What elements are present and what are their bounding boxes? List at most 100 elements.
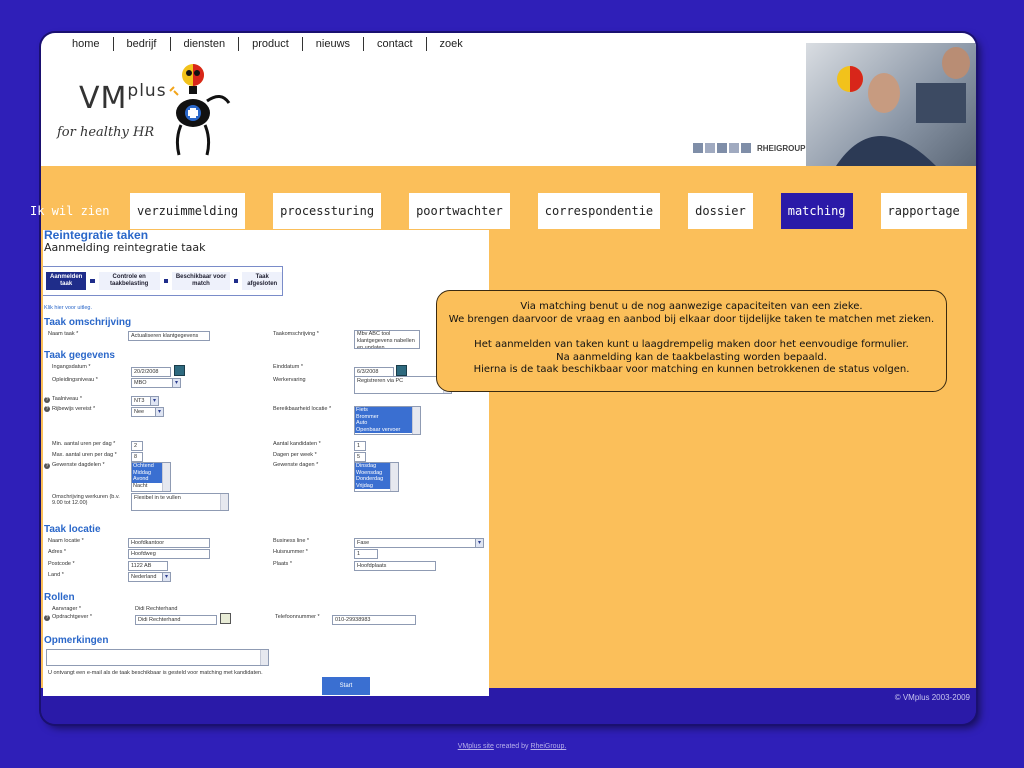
nav-home[interactable]: home [59,37,114,51]
calendar-icon[interactable] [396,365,407,376]
help-link[interactable]: Klik hier voor uitleg. [44,305,92,311]
dagen-list[interactable]: Dinsdag Woensdag Donderdag Vrijdag [354,462,399,492]
section-gegevens: Taak gegevens [44,350,115,361]
logo-tagline: for healthy HR [57,125,155,140]
aanvrager-label: Aanvrager * [52,606,82,612]
step-aanmelden: Aanmelden taak [46,272,87,290]
header-photo [806,43,976,166]
section-rollen: Rollen [44,592,75,603]
taakomschrijving-input[interactable]: Mbv ABC tool klantgegevens nabellen en u… [354,330,420,349]
tooltip-line-1: Via matching benut u de nog aanwezige ca… [520,301,863,312]
calendar-icon[interactable] [174,365,185,376]
opdrachtgever-input[interactable]: Didi Rechterhand [135,615,217,625]
aanvrager-value: Didi Rechterhand [135,606,178,612]
ingangsdatum-input[interactable]: 20/2/2008 [131,367,171,377]
tooltip-line-5: Hierna is de taak beschikbaar voor match… [473,364,910,375]
huisnummer-input[interactable]: 1 [354,549,378,559]
email-notice: U ontvangt een e-mail als de taak beschi… [48,670,263,676]
tab-matching[interactable]: matching [780,193,853,229]
werktijden-label: Omschrijving werkuren (b.v. 9.00 tot 12.… [52,494,120,506]
nav-nieuws[interactable]: nieuws [303,37,365,51]
opdrachtgever-label: Opdrachtgever * [52,614,93,620]
opleidingsniveau-select[interactable]: MBO ▾ [131,378,181,388]
max-uren-input[interactable]: 8 [131,452,143,462]
top-navigation: home bedrijf diensten product nieuws con… [59,37,476,51]
credit-site-link[interactable]: VMplus site [458,743,494,750]
address-book-icon[interactable] [220,613,231,624]
postcode-label: Postcode * [48,561,75,567]
vmplus-logo[interactable]: VMplus for healthy HR [57,61,257,171]
naam-taak-input[interactable]: Actualiseren klantgegevens [128,331,210,341]
nav-bedrijf[interactable]: bedrijf [114,37,171,51]
bereikbaarheid-list[interactable]: Fiets Brommer Auto Openbaar vervoer [354,406,421,435]
section-omschrijving: Taak omschrijving [44,317,132,328]
dagdelen-list[interactable]: Ochtend Middag Avond Nacht [131,462,171,492]
tooltip-line-2: We brengen daarvoor de vraag en aanbod b… [448,313,935,325]
business-line-select[interactable]: Fase ▾ [354,538,484,548]
form-subtitle: Aanmelding reintegratie taak [44,241,206,254]
max-uren-label: Max. aantal uren per dag * [52,452,117,458]
naam-locatie-label: Naam locatie * [48,538,84,544]
business-line-label: Business line * [273,538,310,544]
chevron-down-icon: ▾ [162,573,170,581]
postcode-input[interactable]: 1122 AB [128,561,168,571]
naam-taak-label: Naam taak * [48,331,79,337]
dagen-per-week-input[interactable]: 5 [354,452,366,462]
step-beschikbaar: Beschikbaar voor match [172,272,231,290]
step-indicator: Aanmelden taak Controle en taakbelasting… [43,266,283,296]
min-uren-input[interactable]: 2 [131,441,143,451]
mascot-icon [169,64,231,156]
taalniveau-select[interactable]: NT3 ▾ [131,396,159,406]
adres-label: Adres * [48,549,67,555]
land-select[interactable]: Nederland ▾ [128,572,171,582]
help-icon[interactable]: ? [44,397,50,403]
copyright: © VMplus 2003-2009 [894,693,970,702]
tab-poortwachter[interactable]: poortwachter [409,193,510,229]
help-icon[interactable]: ? [44,615,50,621]
task-form-screenshot: Reintegratie taken Aanmelding reintegrat… [43,230,489,696]
chevron-down-icon: ▾ [155,408,163,416]
bereikbaarheid-label: Bereikbaarheid locatie * [273,406,332,412]
site-credit: VMplus site created by RheiGroup. [0,743,1024,750]
opmerkingen-input[interactable] [46,649,269,666]
credit-text: created by [495,743,529,750]
help-icon[interactable]: ? [44,463,50,469]
taalniveau-label: Taalniveau * [52,396,82,402]
nav-contact[interactable]: contact [364,37,427,51]
aantal-kandidaten-input[interactable]: 1 [354,441,366,451]
tab-rapportage[interactable]: rapportage [880,193,967,229]
plaats-input[interactable]: Hoofdplaats [354,561,436,571]
huisnummer-label: Huisnummer * [273,549,308,555]
nav-zoek[interactable]: zoek [427,37,476,51]
matching-info-tooltip: Via matching benut u de nog aanwezige ca… [436,290,947,392]
taakomschrijving-label: Taakomschrijving * [273,331,319,337]
chevron-down-icon: ▾ [172,379,180,387]
main-menu: Ik wil zien verzuimmelding processturing… [30,193,967,229]
start-button[interactable]: Start [322,677,370,695]
tab-dossier[interactable]: dossier [688,193,753,229]
step-controle: Controle en taakbelasting [98,272,160,290]
tab-processturing[interactable]: processturing [273,193,382,229]
rheigroup-logo[interactable]: RHEIGROUP [693,143,805,153]
werkervaring-label: Werkervaring [273,377,306,383]
section-locatie: Taak locatie [44,524,101,535]
rijbewijs-select[interactable]: Nee ▾ [131,407,164,417]
ingangsdatum-label: Ingangsdatum * [52,364,91,370]
plaats-label: Plaats * [273,561,292,567]
credit-rheigroup-link[interactable]: RheiGroup. [530,743,566,750]
werktijden-input[interactable]: Flexibel in te vullen [131,493,229,511]
nav-diensten[interactable]: diensten [171,37,240,51]
site-header: home bedrijf diensten product nieuws con… [41,33,976,166]
logo-text: VMplus [79,81,167,116]
chevron-down-icon: ▾ [150,397,158,405]
help-icon[interactable]: ? [44,406,50,412]
tab-correspondentie[interactable]: correspondentie [537,193,661,229]
chevron-down-icon: ▾ [475,539,483,547]
nav-product[interactable]: product [239,37,303,51]
tooltip-line-3: Het aanmelden van taken kunt u laagdremp… [474,339,909,350]
naam-locatie-input[interactable]: Hoofdkantoor [128,538,210,548]
dagdelen-label: Gewenste dagdelen * [52,462,105,468]
tab-verzuimmelding[interactable]: verzuimmelding [130,193,246,229]
telefoon-input[interactable]: 010-29938983 [332,615,416,625]
adres-input[interactable]: Hoofdweg [128,549,210,559]
